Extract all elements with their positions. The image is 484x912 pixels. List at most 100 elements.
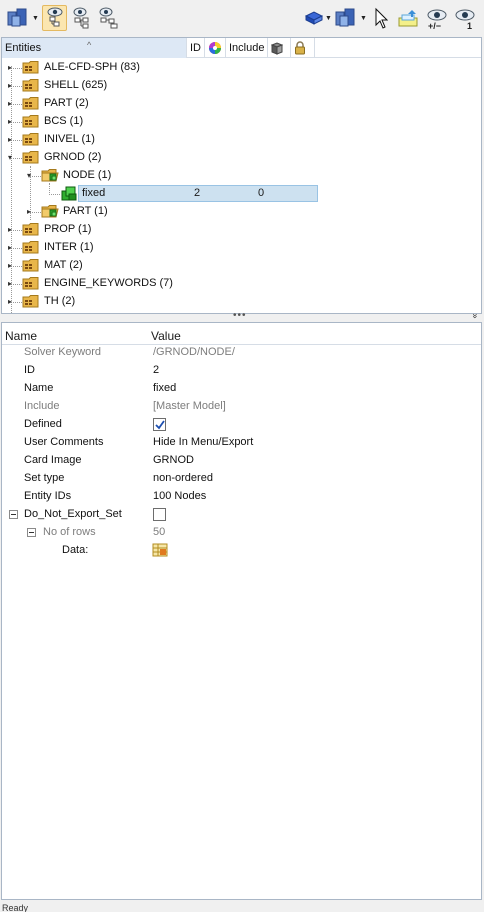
property-row[interactable]: Solver Keyword/GRNOD/NODE/ <box>2 344 481 362</box>
tree-item-label[interactable]: INTER (1) <box>44 241 94 253</box>
collapse-group-icon[interactable] <box>9 510 18 519</box>
column-header-entities[interactable]: Entities ^ <box>2 38 187 58</box>
tree-row[interactable]: ▸ SHELL (625) <box>2 77 481 95</box>
tree-item-label[interactable]: MAT (2) <box>44 259 83 271</box>
tree-row[interactable]: ▸ ALE-CFD-SPH (83) <box>2 59 481 77</box>
tree-item-label[interactable]: GRNOD (2) <box>44 151 101 163</box>
tree-guide-line <box>11 68 22 69</box>
show-hide-tree-icon[interactable] <box>42 5 67 31</box>
expand-arrow-icon[interactable]: ▸ <box>27 207 31 216</box>
property-row[interactable]: Include [Master Model] <box>2 398 481 416</box>
tree-row[interactable]: ▸ PART (1) <box>2 203 481 221</box>
expand-arrow-icon[interactable]: ▸ <box>8 243 12 252</box>
tree-row[interactable]: ▸ PROP (1) <box>2 221 481 239</box>
tree-item-label[interactable]: TH (2) <box>44 295 75 307</box>
tree-item-label[interactable]: PROP (1) <box>44 223 91 235</box>
refresh-icon[interactable] <box>96 5 122 31</box>
property-name: Include <box>24 400 60 412</box>
tree-row[interactable]: ▸ INTER (1) <box>2 239 481 257</box>
column-header-lock[interactable] <box>291 38 315 58</box>
tree-row[interactable]: ▾ GRNOD (2) <box>2 149 481 167</box>
column-header-value[interactable]: Value <box>151 329 181 343</box>
tree-row[interactable]: ▾ NODE (1) <box>2 167 481 185</box>
status-text: Ready <box>2 903 29 912</box>
tree-header: Entities ^ ID Include <box>2 38 481 58</box>
data-table-icon[interactable] <box>152 543 168 560</box>
tree-row[interactable]: ▸ BCS (1) <box>2 113 481 131</box>
property-row[interactable]: Defined <box>2 416 481 434</box>
property-row[interactable]: Name fixed <box>2 380 481 398</box>
property-row[interactable]: Do_Not_Export_Set <box>2 506 481 524</box>
collapse-icon[interactable]: » <box>470 313 480 318</box>
expand-arrow-icon[interactable]: ▸ <box>8 297 12 306</box>
property-row[interactable]: Entity IDs 100 Nodes <box>2 488 481 506</box>
property-row[interactable]: User Comments Hide In Menu/Export <box>2 434 481 452</box>
tree-guide-line <box>30 176 41 177</box>
entity-display-dropdown-icon[interactable]: ▼ <box>360 15 367 22</box>
collapse-arrow-icon[interactable]: ▾ <box>27 171 31 180</box>
expand-arrow-icon[interactable]: ▸ <box>8 63 12 72</box>
collapse-arrow-icon[interactable]: ▾ <box>8 153 12 162</box>
property-name: ID <box>24 364 35 376</box>
property-row[interactable]: ID 2 <box>2 362 481 380</box>
folder-icon <box>22 258 40 273</box>
property-value[interactable]: GRNOD <box>153 454 194 466</box>
isolate-icon[interactable] <box>395 5 421 31</box>
show-one-icon[interactable] <box>453 5 477 25</box>
property-name: Card Image <box>24 454 82 466</box>
tree-row[interactable]: ▸ ENGINE_KEYWORDS (7) <box>2 275 481 293</box>
tree-options-icon[interactable] <box>70 5 94 31</box>
tree-row[interactable]: ▸ TH (2) <box>2 293 481 311</box>
column-header-shading[interactable] <box>268 38 291 58</box>
tree-item-label[interactable]: INIVEL (1) <box>44 133 95 145</box>
column-header-color[interactable] <box>205 38 226 58</box>
expand-arrow-icon[interactable]: ▸ <box>8 279 12 288</box>
select-cursor-icon[interactable] <box>372 5 390 31</box>
solid-view-dropdown-icon[interactable]: ▼ <box>325 15 332 22</box>
folder-icon <box>22 60 40 75</box>
expand-arrow-icon[interactable]: ▸ <box>8 135 12 144</box>
expand-arrow-icon[interactable]: ▸ <box>8 117 12 126</box>
tree-item-label[interactable]: SHELL (625) <box>44 79 107 91</box>
tree-row[interactable]: ▸ PART (2) <box>2 95 481 113</box>
splitter-handle[interactable]: ••• <box>233 310 247 321</box>
expand-arrow-icon[interactable]: ▸ <box>8 225 12 234</box>
tree-row[interactable]: fixed 2 0 <box>2 185 481 203</box>
checkbox-checked[interactable] <box>153 418 166 431</box>
tree-item-label[interactable]: PART (2) <box>44 97 89 109</box>
expand-arrow-icon[interactable]: ▸ <box>8 99 12 108</box>
tree-row[interactable]: ▸ INIVEL (1) <box>2 131 481 149</box>
property-row[interactable]: No of rows 50 <box>2 524 481 542</box>
folder-icon <box>22 294 40 309</box>
column-header-id[interactable]: ID <box>187 38 205 58</box>
checkbox-unchecked[interactable] <box>153 508 166 521</box>
tree-item-label[interactable]: BCS (1) <box>44 115 83 127</box>
property-row[interactable]: Card Image GRNOD <box>2 452 481 470</box>
expand-arrow-icon[interactable]: ▸ <box>8 261 12 270</box>
column-header-include[interactable]: Include <box>226 38 268 58</box>
property-value: [Master Model] <box>153 400 226 412</box>
entity-view-dropdown-icon[interactable]: ▼ <box>32 15 39 22</box>
tree-item-label[interactable]: fixed <box>82 187 105 199</box>
tree-item-label[interactable]: ENGINE_KEYWORDS (7) <box>44 277 173 289</box>
entity-view-icon[interactable] <box>5 5 31 31</box>
column-header-name[interactable]: Name <box>5 329 37 343</box>
expand-arrow-icon[interactable]: ▸ <box>8 81 12 90</box>
solid-view-icon[interactable] <box>303 5 325 31</box>
property-row[interactable]: Set type non-ordered <box>2 470 481 488</box>
panel-splitter[interactable]: ••• » <box>0 310 484 322</box>
entity-display-icon[interactable] <box>333 5 359 31</box>
tree-item-label[interactable]: ALE-CFD-SPH (83) <box>44 61 140 73</box>
property-row[interactable]: Data: <box>2 542 481 560</box>
collapse-group-icon[interactable] <box>27 528 36 537</box>
property-value[interactable]: 100 Nodes <box>153 490 206 502</box>
property-value[interactable]: Hide In Menu/Export <box>153 436 253 448</box>
property-value[interactable]: 2 <box>153 364 159 376</box>
property-value[interactable]: non-ordered <box>153 472 213 484</box>
color-wheel-icon <box>209 42 221 54</box>
property-value[interactable]: fixed <box>153 382 176 394</box>
tree-item-label[interactable]: NODE (1) <box>63 169 111 181</box>
tree-row[interactable]: ▸ MAT (2) <box>2 257 481 275</box>
tree-item-label[interactable]: PART (1) <box>63 205 108 217</box>
folder-icon <box>41 168 59 183</box>
